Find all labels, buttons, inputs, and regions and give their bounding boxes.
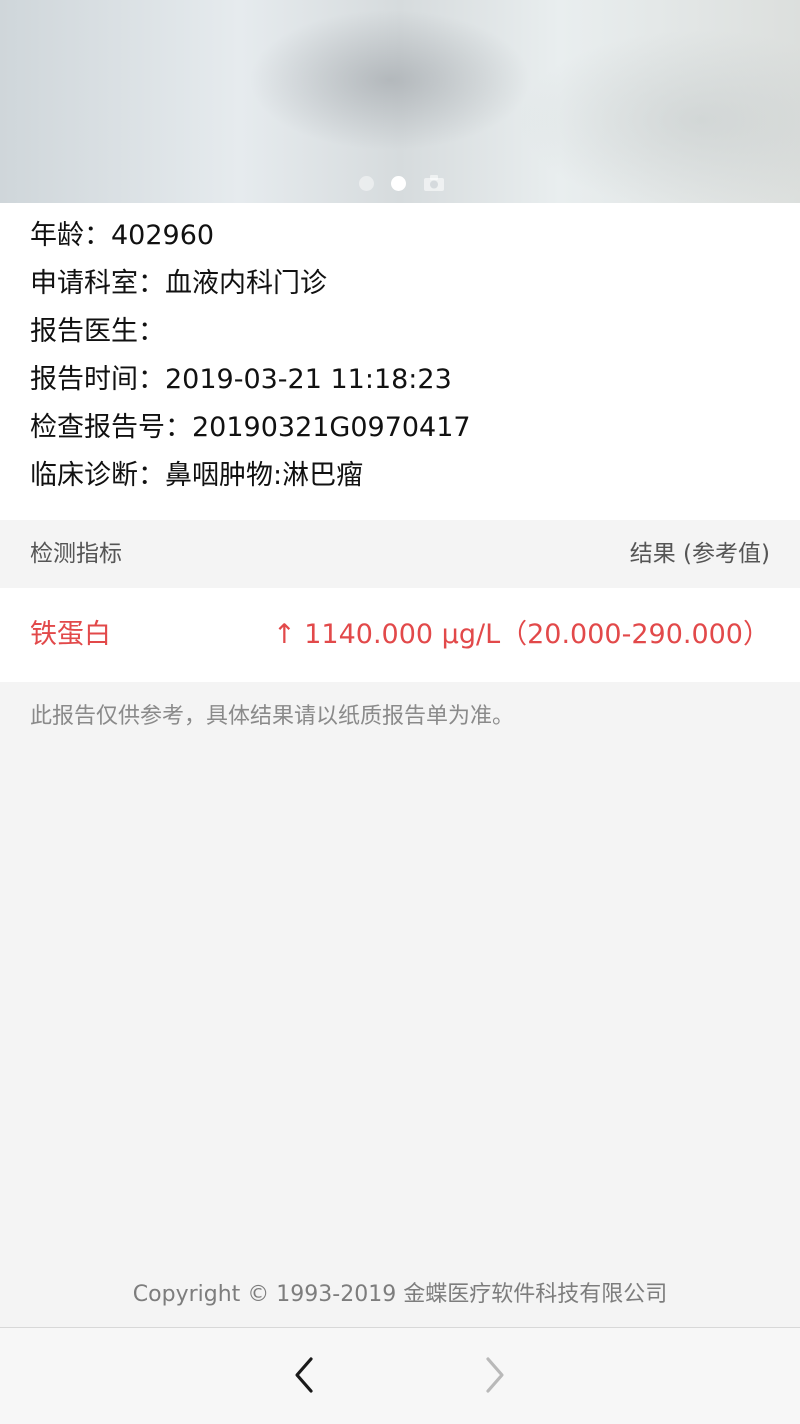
header-result-label: 结果 (参考值) xyxy=(629,541,770,567)
back-button[interactable] xyxy=(284,1350,324,1400)
indicator-result: ↑ 1140.000 μg/L（20.000-290.000） xyxy=(273,619,770,650)
doctor-field: 报告医生： xyxy=(30,316,165,347)
forward-button[interactable] xyxy=(475,1350,515,1400)
table-row[interactable]: 铁蛋白 ↑ 1140.000 μg/L（20.000-290.000） xyxy=(0,588,800,682)
report-time-field: 报告时间：2019-03-21 11:18:23 xyxy=(30,364,452,395)
header-indicator-label: 检测指标 xyxy=(30,541,122,567)
disclaimer-text: 此报告仅供参考，具体结果请以纸质报告单为准。 xyxy=(30,704,515,729)
copyright-text: Copyright © 1993-2019 金蝶医疗软件科技有限公司 xyxy=(132,1282,668,1307)
chevron-left-icon xyxy=(295,1357,313,1393)
page-indicator xyxy=(359,174,445,192)
chevron-right-icon xyxy=(486,1357,504,1393)
result-table-header: 检测指标 结果 (参考值) xyxy=(0,520,800,588)
photo-banner[interactable] xyxy=(0,0,800,203)
patient-info-panel: 年龄：402960 申请科室：血液内科门诊 报告医生： 报告时间：2019-03… xyxy=(0,203,800,520)
camera-icon xyxy=(424,175,444,191)
page-dot-active xyxy=(391,175,406,191)
bottom-nav-bar xyxy=(0,1327,800,1424)
indicator-name: 铁蛋白 xyxy=(30,619,111,650)
diagnosis-field: 临床诊断：鼻咽肿物:淋巴瘤 xyxy=(30,460,364,491)
department-field: 申请科室：血液内科门诊 xyxy=(30,268,327,299)
age-field: 年龄：402960 xyxy=(30,220,215,251)
report-number-field: 检查报告号：20190321G0970417 xyxy=(30,412,471,443)
page-dot xyxy=(359,175,374,191)
